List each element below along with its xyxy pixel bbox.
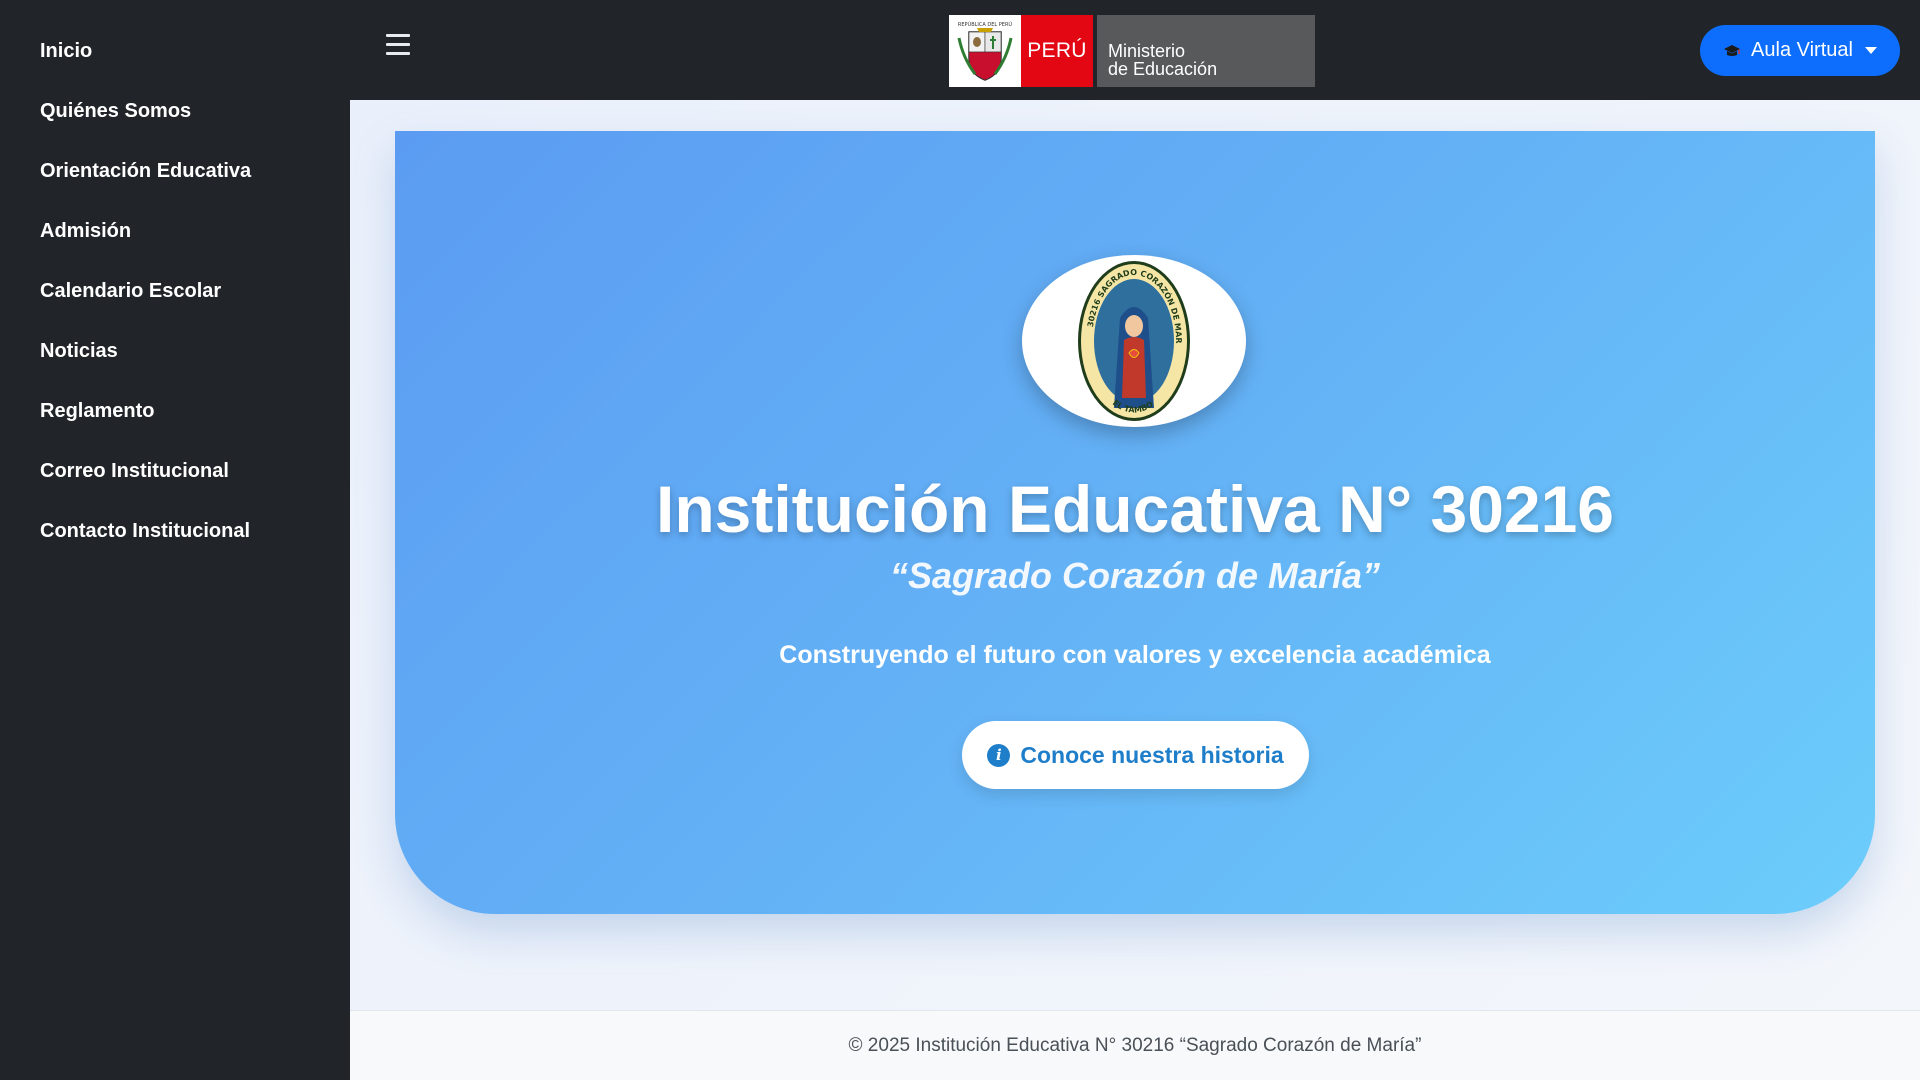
info-icon: i xyxy=(987,743,1011,767)
sidebar-item-orientacion-educativa[interactable]: Orientación Educativa xyxy=(0,151,350,211)
history-button[interactable]: i Conoce nuestra historia xyxy=(962,721,1309,789)
sidebar-item-admision[interactable]: Admisión xyxy=(0,211,350,271)
ministry-label: Ministerio de Educación xyxy=(1097,15,1315,87)
school-seal-logo: 30216 SAGRADO CORAZÓN DE MARÍA EL TAMBO xyxy=(1022,255,1246,427)
sidebar-item-label: Quiénes Somos xyxy=(40,100,192,122)
footer: © 2025 Institución Educativa N° 30216 “S… xyxy=(350,1010,1920,1080)
sidebar-item-label: Inicio xyxy=(40,40,93,62)
sidebar-item-label: Admisión xyxy=(40,220,132,242)
graduation-cap-icon xyxy=(1723,44,1741,58)
sidebar-nav: Inicio Quiénes Somos Orientación Educati… xyxy=(0,0,350,571)
sidebar-item-label: Reglamento xyxy=(40,400,155,422)
school-subtitle: “Sagrado Corazón de María” xyxy=(889,555,1381,596)
school-tagline: Construyendo el futuro con valores y exc… xyxy=(779,641,1491,669)
svg-text:REPÚBLICA DEL PERÚ: REPÚBLICA DEL PERÚ xyxy=(958,21,1013,28)
sidebar-item-label: Contacto Institucional xyxy=(40,520,250,542)
sidebar-item-label: Calendario Escolar xyxy=(40,280,222,302)
history-button-label: Conoce nuestra historia xyxy=(1020,741,1284,768)
chevron-down-icon xyxy=(1864,47,1877,54)
sidebar: Inicio Quiénes Somos Orientación Educati… xyxy=(0,0,350,1080)
sidebar-item-label: Orientación Educativa xyxy=(40,160,252,182)
hamburger-icon[interactable] xyxy=(386,34,412,64)
footer-copyright: © 2025 Institución Educativa N° 30216 “S… xyxy=(848,1035,1422,1056)
sidebar-item-inicio[interactable]: Inicio xyxy=(0,31,350,91)
aula-virtual-label: Aula Virtual xyxy=(1751,39,1853,61)
minedu-brand-logo[interactable]: REPÚBLICA DEL PERÚ PERÚ Ministerio de Ed… xyxy=(949,15,1315,87)
sidebar-item-contacto-institucional[interactable]: Contacto Institucional xyxy=(0,511,350,571)
peru-label: PERÚ xyxy=(1021,15,1093,87)
hero-banner: 30216 SAGRADO CORAZÓN DE MARÍA EL TAMBO … xyxy=(395,131,1875,914)
aula-virtual-dropdown-button[interactable]: Aula Virtual xyxy=(1700,25,1900,76)
top-navbar: REPÚBLICA DEL PERÚ PERÚ Ministerio de Ed… xyxy=(350,0,1920,100)
sidebar-item-label: Noticias xyxy=(40,340,118,362)
ministry-line-1: Ministerio xyxy=(1108,41,1186,61)
sidebar-item-quienes-somos[interactable]: Quiénes Somos xyxy=(0,91,350,151)
page-title: Institución Educativa N° 30216 xyxy=(655,472,1615,546)
sidebar-item-reglamento[interactable]: Reglamento xyxy=(0,391,350,451)
sidebar-item-label: Correo Institucional xyxy=(40,460,229,482)
peru-coat-of-arms-icon: REPÚBLICA DEL PERÚ xyxy=(949,15,1021,87)
sidebar-item-correo-institucional[interactable]: Correo Institucional xyxy=(0,451,350,511)
ministry-line-2: de Educación xyxy=(1108,59,1218,79)
sidebar-item-noticias[interactable]: Noticias xyxy=(0,331,350,391)
main-content: 30216 SAGRADO CORAZÓN DE MARÍA EL TAMBO … xyxy=(350,100,1920,1010)
sidebar-item-calendario-escolar[interactable]: Calendario Escolar xyxy=(0,271,350,331)
